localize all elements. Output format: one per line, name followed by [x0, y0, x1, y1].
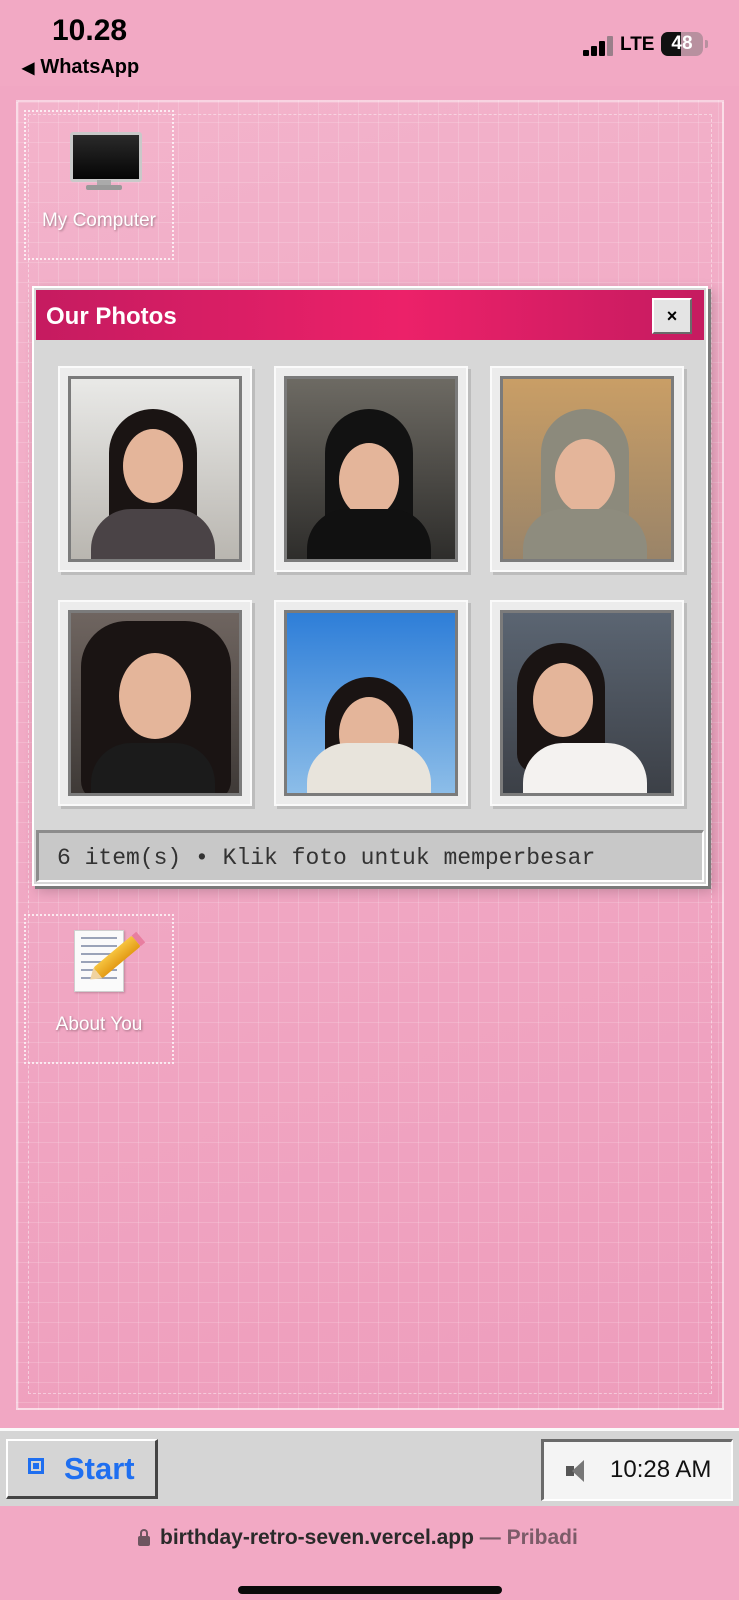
- photos-window: Our Photos × 6 item(s) • Klik foto untuk…: [32, 286, 708, 886]
- speaker-icon[interactable]: [566, 1460, 590, 1482]
- home-indicator[interactable]: [238, 1586, 502, 1594]
- signal-icon: [583, 36, 615, 56]
- photo-thumbnail-4[interactable]: [58, 600, 252, 806]
- desktop-icon-my-computer[interactable]: My Computer: [24, 110, 174, 260]
- photo-4: [68, 610, 242, 796]
- photo-3: [500, 376, 674, 562]
- photo-thumbnail-1[interactable]: [58, 366, 252, 572]
- window-title: Our Photos: [46, 303, 177, 330]
- photo-2: [284, 376, 458, 562]
- desktop-icon-label: My Computer: [41, 210, 157, 231]
- privacy-label: Pribadi: [506, 1526, 578, 1549]
- battery-tip: [705, 40, 708, 48]
- window-titlebar[interactable]: Our Photos ×: [36, 290, 704, 340]
- photo-1: [68, 376, 242, 562]
- status-time: 10.28: [52, 14, 128, 47]
- photo-thumbnail-5[interactable]: [274, 600, 468, 806]
- desktop-icon-label: About You: [55, 1014, 143, 1035]
- back-app-label: WhatsApp: [40, 56, 140, 78]
- back-arrow-icon: ◀: [22, 60, 35, 77]
- window-status-bar: 6 item(s) • Klik foto untuk memperbesar: [36, 830, 704, 882]
- photo-thumbnail-2[interactable]: [274, 366, 468, 572]
- url-separator: —: [473, 1526, 507, 1549]
- start-label: Start: [64, 1451, 135, 1486]
- battery-level: 48: [671, 33, 693, 54]
- monitor-icon: [70, 132, 142, 182]
- url-text: birthday-retro-seven.vercel.app: [160, 1526, 474, 1549]
- network-type: LTE: [620, 34, 655, 55]
- photo-thumbnail-3[interactable]: [490, 366, 684, 572]
- close-button[interactable]: ×: [652, 298, 692, 334]
- system-tray: 10:28 AM: [541, 1439, 733, 1501]
- status-bar: 10.28 ◀ WhatsApp LTE 48: [0, 0, 739, 86]
- taskbar: Start 10:28 AM: [0, 1428, 739, 1506]
- taskbar-clock: 10:28 AM: [610, 1456, 712, 1483]
- lock-icon: [138, 1529, 150, 1546]
- battery-icon: 48: [661, 32, 703, 56]
- desktop-icon-about-you[interactable]: About You: [24, 914, 174, 1064]
- back-to-app-link[interactable]: ◀ WhatsApp: [22, 56, 139, 79]
- photo-5: [284, 610, 458, 796]
- start-icon: [28, 1458, 44, 1474]
- photo-thumbnail-6[interactable]: [490, 600, 684, 806]
- start-button[interactable]: Start: [6, 1439, 158, 1499]
- status-text: 6 item(s) • Klik foto untuk memperbesar: [57, 845, 596, 871]
- photo-6: [500, 610, 674, 796]
- photo-grid: [58, 366, 684, 806]
